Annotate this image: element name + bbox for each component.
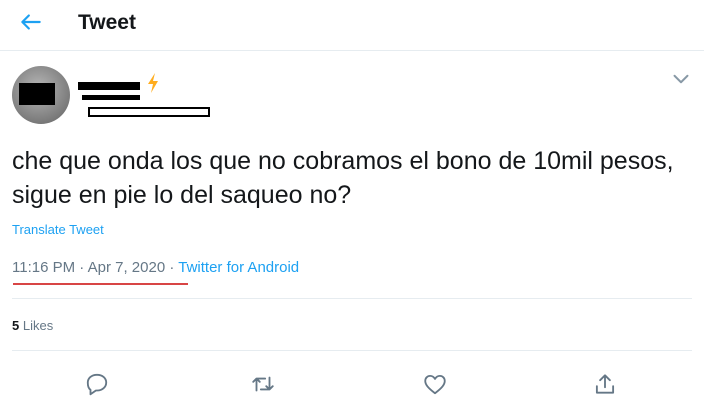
likes-count: 5	[12, 318, 20, 333]
tweet-text: che que onda los que no cobramos el bono…	[12, 147, 674, 209]
likes-label: Likes	[22, 318, 54, 333]
divider	[12, 298, 692, 299]
share-icon[interactable]	[592, 371, 618, 397]
tweet-date[interactable]: Apr 7, 2020	[88, 259, 166, 276]
username-redacted[interactable]	[88, 107, 210, 117]
translate-tweet-link[interactable]: Translate Tweet	[12, 222, 104, 237]
separator: ·	[79, 259, 85, 276]
heart-icon[interactable]	[422, 371, 448, 397]
top-bar: Tweet	[0, 0, 704, 51]
lightning-icon	[145, 72, 161, 94]
display-name-redacted-line	[82, 95, 140, 100]
reply-icon[interactable]	[84, 371, 110, 397]
timestamp-underline	[13, 283, 188, 285]
page-title: Tweet	[78, 11, 136, 34]
tweet-metadata: 11:16 PM · Apr 7, 2020 · Twitter for And…	[12, 259, 299, 276]
redaction-box	[19, 83, 55, 105]
separator: ·	[169, 259, 175, 276]
display-name-redacted[interactable]	[78, 82, 140, 90]
chevron-down-icon[interactable]	[668, 66, 694, 92]
avatar[interactable]	[12, 66, 70, 124]
arrow-left-icon[interactable]	[18, 9, 44, 35]
retweet-icon[interactable]	[250, 371, 276, 397]
tweet-time[interactable]: 11:16 PM	[12, 259, 75, 276]
divider	[12, 350, 692, 351]
tweet-source-link[interactable]: Twitter for Android	[178, 259, 299, 276]
likes-count-link[interactable]: 5 Likes	[12, 318, 53, 333]
